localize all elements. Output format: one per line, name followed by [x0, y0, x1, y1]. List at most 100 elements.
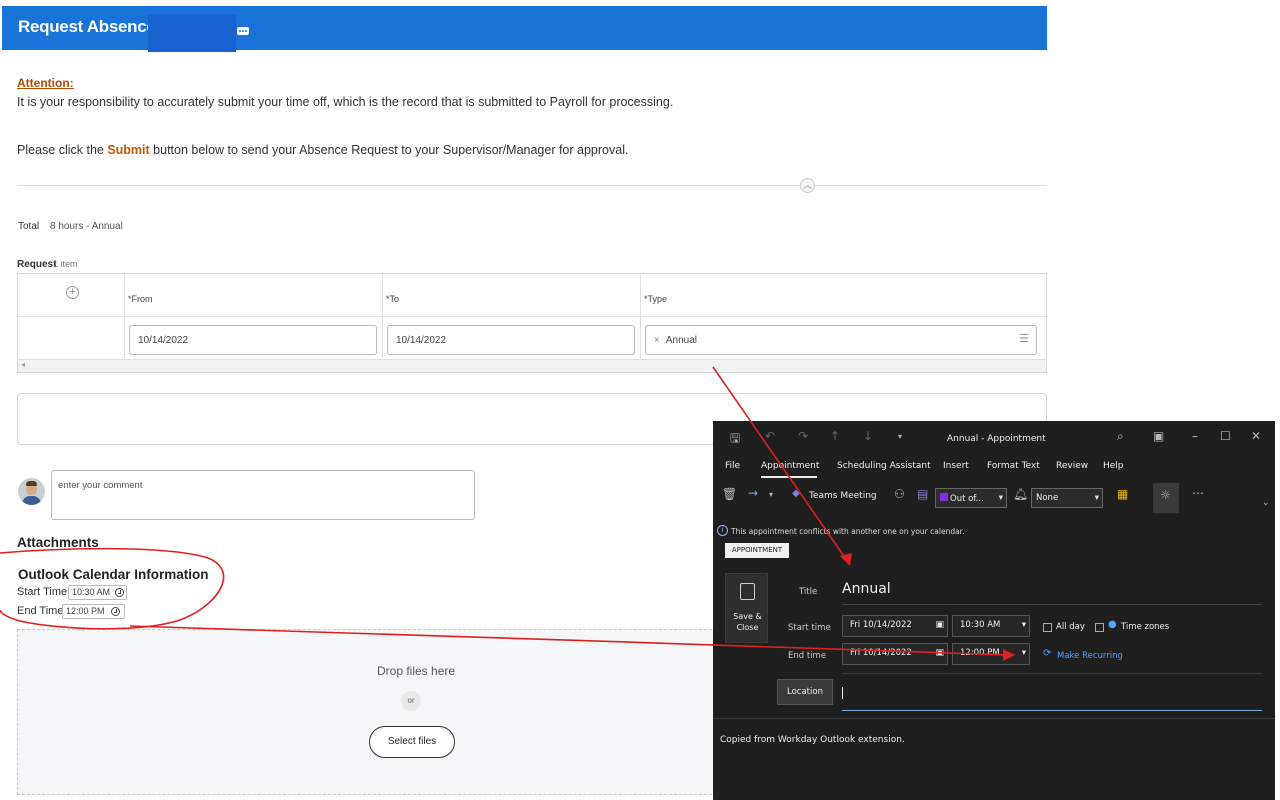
request-count: 1 item [53, 259, 78, 269]
chevron-down-icon: ▾ [1021, 648, 1026, 658]
location-button[interactable]: Location [777, 679, 833, 705]
save-close-button[interactable]: Save & Close [725, 573, 768, 643]
end-date-value: Fri 10/14/2022 [850, 648, 912, 658]
attachments-heading: Attachments [17, 535, 99, 550]
invite-attendees-icon[interactable]: ⚇ [894, 487, 905, 501]
all-day-checkbox[interactable] [1043, 623, 1052, 632]
menu-review[interactable]: Review [1056, 461, 1088, 471]
comment-input[interactable]: enter your comment [51, 470, 475, 520]
redo-icon[interactable]: ↷ [798, 429, 808, 443]
table-horizontal-scrollbar[interactable]: ◂ [18, 359, 1046, 372]
save-icon[interactable]: 🖫 [730, 429, 740, 450]
end-date-input[interactable]: Fri 10/14/2022 ▣ [842, 643, 948, 665]
request-table: + *From *To *Type 10/14/2022 10/14/2022 … [17, 273, 1048, 373]
delete-icon[interactable]: 🗑 [722, 487, 737, 501]
calendar-icon[interactable]: ▣ [935, 648, 944, 658]
list-icon[interactable]: ☰ [1019, 332, 1029, 345]
time-zones-checkbox[interactable] [1095, 623, 1104, 632]
select-files-button[interactable]: Select files [369, 726, 455, 758]
maximize-icon[interactable]: ☐ [1220, 429, 1231, 443]
customize-dropdown-icon[interactable]: ▾ [898, 432, 902, 441]
end-time-input[interactable]: 12:00 PM [62, 604, 125, 619]
more-icon[interactable]: ⋯ [1192, 486, 1204, 500]
search-icon[interactable]: ⌕ [1117, 429, 1124, 444]
minimize-icon[interactable]: – [1192, 429, 1198, 443]
insights-icon: ☼ [1160, 488, 1171, 502]
show-as-color-icon: ▤ [917, 487, 929, 501]
time-zones-label: Time zones [1121, 622, 1170, 632]
forward-dropdown-icon[interactable]: ▾ [769, 490, 773, 499]
outlook-appointment-window: 🖫 ↶ ↷ ↑ ↓ ▾ Annual - Appointment ⌕ ▣ – ☐… [713, 421, 1275, 800]
reminder-bell-icon: 🔔︎ [1013, 487, 1029, 501]
body-divider [713, 718, 1275, 719]
arrow-down-icon[interactable]: ↓ [863, 429, 873, 443]
menu-appointment[interactable]: Appointment [761, 461, 819, 471]
remove-type-icon[interactable]: × [654, 335, 660, 346]
start-time-label: Start Time: [17, 586, 71, 598]
menu-insert[interactable]: Insert [943, 461, 969, 471]
appointment-tag: APPOINTMENT [725, 543, 789, 558]
globe-icon: ● [1108, 619, 1117, 630]
start-date-value: Fri 10/14/2022 [850, 620, 912, 630]
header-selected-field[interactable] [148, 14, 236, 52]
total-label: Total [18, 221, 40, 232]
menu-scheduling-assistant[interactable]: Scheduling Assistant [837, 461, 931, 471]
start-time-input[interactable]: 10:30 AM [68, 585, 127, 600]
title-underline [842, 604, 1262, 605]
collapse-chevron-icon[interactable]: ︿ [800, 178, 815, 193]
appointment-body-text[interactable]: Copied from Workday Outlook extension. [720, 735, 905, 745]
file-drop-zone[interactable] [17, 629, 717, 795]
instruction-submit-word: Submit [107, 143, 150, 157]
window-title: Annual - Appointment [947, 434, 1046, 444]
start-time-label: Start time [788, 623, 831, 633]
start-time-value: 10:30 AM [72, 587, 111, 597]
make-recurring-link[interactable]: Make Recurring [1057, 651, 1123, 661]
request-label: Request [17, 259, 57, 270]
time-section-divider [842, 673, 1262, 674]
column-header-to: *To [386, 294, 400, 304]
show-as-select[interactable]: Out of... ▾ [935, 488, 1007, 508]
add-row-icon[interactable]: + [66, 286, 79, 299]
menu-help[interactable]: Help [1103, 461, 1124, 471]
scroll-left-icon[interactable]: ◂ [21, 360, 25, 369]
type-input[interactable]: × Annual ☰ [645, 325, 1037, 355]
from-date-input[interactable]: 10/14/2022 [129, 325, 377, 355]
avatar [18, 478, 45, 505]
type-value: Annual [665, 335, 697, 346]
menu-file[interactable]: File [725, 461, 740, 471]
info-icon: i [717, 525, 728, 536]
close-icon[interactable]: ✕ [1251, 429, 1261, 443]
page-header: Request Absence [2, 6, 1047, 52]
total-value: 8 hours - Annual [50, 221, 123, 232]
appointment-title-input[interactable]: Annual [842, 581, 891, 597]
teams-meeting-button[interactable]: Teams Meeting [809, 491, 877, 501]
drop-files-text: Drop files here [377, 664, 456, 678]
more-options-icon[interactable] [237, 27, 249, 35]
start-date-input[interactable]: Fri 10/14/2022 ▣ [842, 615, 948, 637]
ribbon-collapse-icon[interactable]: ⌄ [1262, 498, 1270, 508]
location-input[interactable] [842, 710, 1262, 711]
instruction-prefix: Please click the [17, 143, 108, 157]
save-icon [740, 583, 755, 600]
text-cursor [842, 687, 843, 699]
categorize-icon[interactable]: ▦ [1117, 487, 1128, 501]
arrow-up-icon[interactable]: ↑ [830, 429, 840, 443]
forward-icon[interactable]: → [748, 486, 758, 500]
start-time-value: 10:30 AM [960, 620, 1001, 630]
ribbon-display-icon[interactable]: ▣ [1153, 429, 1164, 443]
instruction-suffix: button below to send your Absence Reques… [149, 143, 629, 157]
reminder-select[interactable]: None ▾ [1031, 488, 1103, 508]
menu-format-text[interactable]: Format Text [987, 461, 1040, 471]
chevron-down-icon: ▾ [1021, 620, 1026, 630]
insights-button[interactable]: ☼ [1153, 483, 1179, 513]
end-time-select[interactable]: 12:00 PM ▾ [952, 643, 1030, 665]
undo-icon[interactable]: ↶ [765, 429, 775, 443]
recurrence-icon: ⟳ [1043, 648, 1052, 659]
start-time-select[interactable]: 10:30 AM ▾ [952, 615, 1030, 637]
chevron-down-icon: ▾ [998, 493, 1003, 503]
calendar-icon[interactable]: ▣ [935, 620, 944, 630]
active-tab-indicator [761, 476, 817, 478]
or-separator: or [401, 691, 421, 711]
to-date-input[interactable]: 10/14/2022 [387, 325, 635, 355]
all-day-label: All day [1056, 622, 1085, 632]
